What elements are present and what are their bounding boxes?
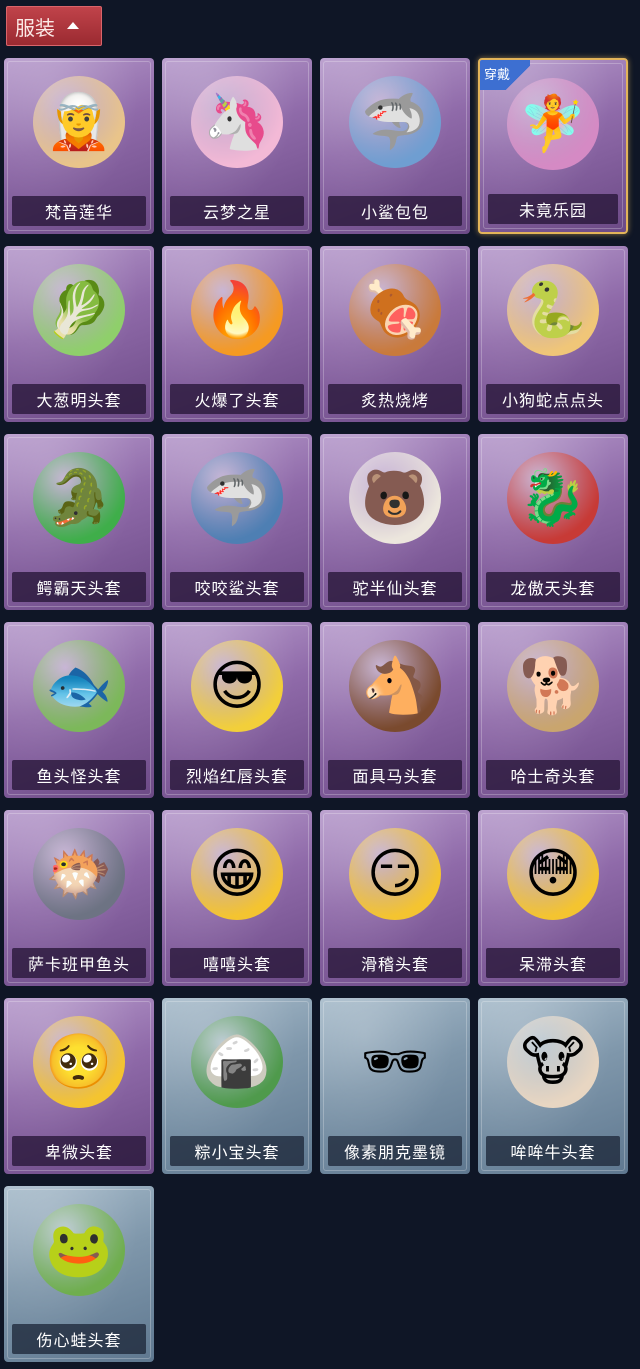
costume-name: 卑微头套 — [12, 1136, 146, 1166]
costume-preview-icon: 🕶 — [360, 1030, 430, 1093]
costume-card[interactable]: 🥬 大葱明头套 — [4, 246, 154, 422]
costume-preview-icon: 🍙 — [191, 1016, 283, 1108]
costume-name: 呆滞头套 — [486, 948, 620, 978]
costume-name: 烈焰红唇头套 — [170, 760, 304, 790]
costume-preview-icon: 😏 — [349, 828, 441, 920]
costume-card[interactable]: 🐮 哞哞牛头套 — [478, 998, 628, 1174]
costume-card[interactable]: 🐟 鱼头怪头套 — [4, 622, 154, 798]
costume-name: 小鲨包包 — [328, 196, 462, 226]
costume-name: 火爆了头套 — [170, 384, 304, 414]
costume-preview-icon: 🧝 — [33, 76, 125, 168]
costume-card[interactable]: 🧝 梵音莲华 — [4, 58, 154, 234]
costume-name: 像素朋克墨镜 — [328, 1136, 462, 1166]
costume-name: 鱼头怪头套 — [12, 760, 146, 790]
costume-name: 哞哞牛头套 — [486, 1136, 620, 1166]
costume-preview-icon: 🐻 — [349, 452, 441, 544]
costume-preview-icon: 😁 — [191, 828, 283, 920]
costume-card[interactable]: 🐴 面具马头套 — [320, 622, 470, 798]
costume-name: 鳄霸天头套 — [12, 572, 146, 602]
costume-preview-icon: 🐍 — [507, 264, 599, 356]
costume-preview-icon: 🥺 — [33, 1016, 125, 1108]
costume-name: 小狗蛇点点头 — [486, 384, 620, 414]
costume-card[interactable]: 🦈 咬咬鲨头套 — [162, 434, 312, 610]
costume-card[interactable]: 🍙 粽小宝头套 — [162, 998, 312, 1174]
costume-name: 粽小宝头套 — [170, 1136, 304, 1166]
costume-section-toggle[interactable]: 服装 — [6, 6, 102, 46]
costume-card[interactable]: 😁 嘻嘻头套 — [162, 810, 312, 986]
costume-name: 萨卡班甲鱼头 — [12, 948, 146, 978]
costume-preview-icon: 🐮 — [507, 1016, 599, 1108]
costume-card[interactable]: 🧚 未竟乐园 穿戴 — [478, 58, 628, 234]
costume-preview-icon: 🐸 — [33, 1204, 125, 1296]
costume-name: 哈士奇头套 — [486, 760, 620, 790]
costume-card[interactable]: 🐡 萨卡班甲鱼头 — [4, 810, 154, 986]
equipped-badge: 穿戴 — [480, 60, 530, 90]
costume-name: 大葱明头套 — [12, 384, 146, 414]
costume-name: 面具马头套 — [328, 760, 462, 790]
costume-card[interactable]: 🦈 小鲨包包 — [320, 58, 470, 234]
costume-preview-icon: 😎 — [191, 640, 283, 732]
costume-preview-icon: 🔥 — [191, 264, 283, 356]
costume-preview-icon: 🧚 — [507, 78, 599, 170]
costume-card[interactable]: 🔥 火爆了头套 — [162, 246, 312, 422]
costume-preview-icon: 😳 — [507, 828, 599, 920]
costume-card[interactable]: 🐍 小狗蛇点点头 — [478, 246, 628, 422]
costume-card[interactable]: 🍖 炙热烧烤 — [320, 246, 470, 422]
costume-card[interactable]: 😳 呆滞头套 — [478, 810, 628, 986]
costume-name: 龙傲天头套 — [486, 572, 620, 602]
costume-preview-icon: 🐉 — [507, 452, 599, 544]
costume-name: 未竟乐园 — [488, 194, 618, 224]
costume-name: 云梦之星 — [170, 196, 304, 226]
costume-name: 伤心蛙头套 — [12, 1324, 146, 1354]
costume-preview-icon: 🐡 — [33, 828, 125, 920]
costume-preview-icon: 🐊 — [33, 452, 125, 544]
costume-preview-icon: 🥬 — [33, 264, 125, 356]
costume-card[interactable]: 🥺 卑微头套 — [4, 998, 154, 1174]
costume-preview-icon: 🦈 — [349, 76, 441, 168]
costume-preview-icon: 🍖 — [349, 264, 441, 356]
costume-preview-icon: 🐟 — [33, 640, 125, 732]
section-title: 服装 — [15, 15, 55, 40]
costume-card[interactable]: 🐉 龙傲天头套 — [478, 434, 628, 610]
costume-card[interactable]: 🦄 云梦之星 — [162, 58, 312, 234]
costume-preview-icon: 🐕 — [507, 640, 599, 732]
chevron-up-icon — [67, 21, 79, 29]
costume-card[interactable]: 🐕 哈士奇头套 — [478, 622, 628, 798]
costume-name: 驼半仙头套 — [328, 572, 462, 602]
costume-name: 炙热烧烤 — [328, 384, 462, 414]
costume-name: 嘻嘻头套 — [170, 948, 304, 978]
costume-card[interactable]: 🐊 鳄霸天头套 — [4, 434, 154, 610]
costume-preview-icon: 🦈 — [191, 452, 283, 544]
costume-grid: 🧝 梵音莲华 🦄 云梦之星 🦈 小鲨包包 🧚 未竟乐园 穿戴 🥬 大葱明头套 🔥 火爆了头套 🍖 炙热烧烤 🐍… — [4, 58, 636, 1362]
costume-preview-icon: 🦄 — [191, 76, 283, 168]
costume-preview-icon: 🐴 — [349, 640, 441, 732]
costume-name: 滑稽头套 — [328, 948, 462, 978]
costume-card[interactable]: 😎 烈焰红唇头套 — [162, 622, 312, 798]
costume-name: 咬咬鲨头套 — [170, 572, 304, 602]
costume-card[interactable]: 🕶 像素朋克墨镜 — [320, 998, 470, 1174]
costume-card[interactable]: 🐻 驼半仙头套 — [320, 434, 470, 610]
costume-name: 梵音莲华 — [12, 196, 146, 226]
costume-card[interactable]: 😏 滑稽头套 — [320, 810, 470, 986]
costume-card[interactable]: 🐸 伤心蛙头套 — [4, 1186, 154, 1362]
